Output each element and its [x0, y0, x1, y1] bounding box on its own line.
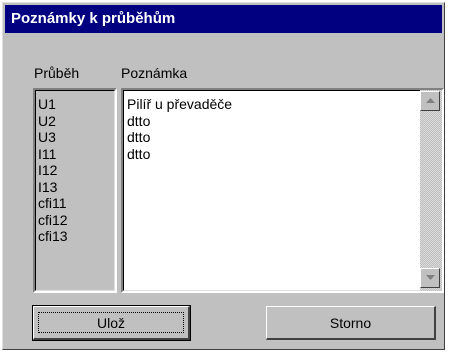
- scroll-down-button[interactable]: [420, 268, 440, 288]
- prubeh-items: U1 U2 U3 I11 I12 I13 cfi11 cfi12 cfi13: [38, 96, 68, 245]
- prubeh-list[interactable]: U1 U2 U3 I11 I12 I13 cfi11 cfi12 cfi13: [33, 88, 117, 293]
- list-item[interactable]: U3: [38, 129, 68, 146]
- list-item[interactable]: cfi12: [38, 212, 68, 229]
- list-item[interactable]: cfi11: [38, 195, 68, 212]
- triangle-down-icon: [426, 275, 435, 280]
- memo-lines: Pilíř u převaděče dtto dtto dtto: [127, 96, 232, 162]
- cancel-button[interactable]: Storno: [266, 306, 436, 340]
- memo-line[interactable]: Pilíř u převaděče: [127, 96, 232, 113]
- cancel-button-label: Storno: [329, 314, 372, 331]
- poznamka-memo[interactable]: Pilíř u převaděče dtto dtto dtto: [121, 88, 444, 293]
- column-header-prubeh: Průběh: [34, 65, 80, 81]
- list-item[interactable]: I12: [38, 162, 68, 179]
- memo-line[interactable]: dtto: [127, 113, 232, 130]
- memo-line[interactable]: dtto: [127, 146, 232, 163]
- list-item[interactable]: cfi13: [38, 228, 68, 245]
- column-header-poznamka: Poznámka: [121, 65, 188, 81]
- list-item[interactable]: U2: [38, 113, 68, 130]
- title-bar[interactable]: Poznámky k průběhům: [5, 5, 442, 33]
- vertical-scrollbar[interactable]: [420, 90, 442, 291]
- window-title: Poznámky k průběhům: [11, 10, 176, 27]
- memo-line[interactable]: dtto: [127, 129, 232, 146]
- scroll-up-button[interactable]: [420, 91, 440, 111]
- list-item[interactable]: I11: [38, 146, 68, 163]
- save-button[interactable]: Ulož: [32, 305, 191, 341]
- list-item[interactable]: U1: [38, 96, 68, 113]
- triangle-up-icon: [426, 98, 435, 103]
- dialog-window: Poznámky k průběhům Průběh Poznámka U1 U…: [2, 2, 445, 350]
- list-item[interactable]: I13: [38, 179, 68, 196]
